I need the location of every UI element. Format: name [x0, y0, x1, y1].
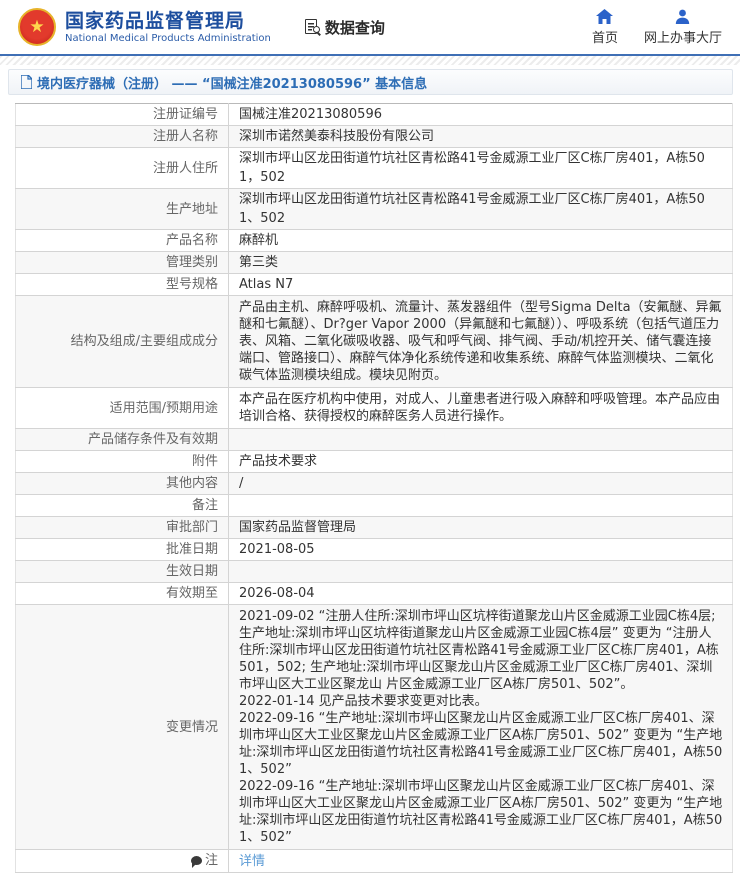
online-hall-label: 网上办事大厅: [644, 27, 722, 46]
row-label: 产品名称: [16, 230, 229, 252]
table-row: 结构及组成/主要组成成分 产品由主机、麻醉呼吸机、流量计、蒸发器组件（型号Sig…: [16, 296, 733, 388]
note-label-text: 注: [205, 851, 218, 870]
page-title: 境内医疗器械（注册） —— “国械注准20213080596” 基本信息: [37, 73, 427, 92]
row-value: 详情: [229, 850, 733, 873]
row-value: 深圳市坪山区龙田街道竹坑社区青松路41号金威源工业厂区C栋厂房401，A栋501…: [229, 148, 733, 189]
row-value: [229, 429, 733, 451]
row-value: 第三类: [229, 252, 733, 274]
row-label: 生效日期: [16, 561, 229, 583]
table-row-changes: 变更情况 2021-09-02 “注册人住所:深圳市坪山区坑梓街道聚龙山片区金威…: [16, 605, 733, 850]
table-row: 备注: [16, 495, 733, 517]
document-icon: [21, 75, 32, 89]
online-hall-link[interactable]: 网上办事大厅: [644, 9, 722, 46]
row-label: 其他内容: [16, 473, 229, 495]
row-label: 管理类别: [16, 252, 229, 274]
row-label: 注: [16, 850, 229, 873]
row-value: 深圳市诺然美泰科技股份有限公司: [229, 126, 733, 148]
change-entry: 2022-01-14 见产品技术要求变更对比表。: [239, 693, 724, 710]
table-row: 型号规格 Atlas N7: [16, 274, 733, 296]
data-query-nav[interactable]: 数据查询: [305, 17, 385, 38]
document-search-icon: [305, 19, 320, 36]
row-label: 生产地址: [16, 189, 229, 230]
row-value: [229, 495, 733, 517]
national-emblem-icon: ★: [18, 8, 56, 46]
row-label: 结构及组成/主要组成成分: [16, 296, 229, 388]
table-row: 注册人住所 深圳市坪山区龙田街道竹坑社区青松路41号金威源工业厂区C栋厂房401…: [16, 148, 733, 189]
table-row: 产品名称 麻醉机: [16, 230, 733, 252]
row-label: 注册人名称: [16, 126, 229, 148]
row-value: 2021-09-02 “注册人住所:深圳市坪山区坑梓街道聚龙山片区金威源工业园C…: [229, 605, 733, 850]
home-icon: [596, 9, 613, 24]
home-label: 首页: [592, 27, 618, 46]
row-value: 国械注准20213080596: [229, 104, 733, 126]
row-value: /: [229, 473, 733, 495]
brand: 国家药品监督管理局 National Medical Products Admi…: [65, 10, 271, 45]
row-value: 麻醉机: [229, 230, 733, 252]
table-row: 适用范围/预期用途 本产品在医疗机构中使用，对成人、儿童患者进行吸入麻醉和呼吸管…: [16, 388, 733, 429]
data-query-label: 数据查询: [325, 17, 385, 38]
row-label: 批准日期: [16, 539, 229, 561]
change-entry: 2022-09-16 “生产地址:深圳市坪山区聚龙山片区金威源工业厂区C栋厂房4…: [239, 778, 724, 846]
row-value: 本产品在医疗机构中使用，对成人、儿童患者进行吸入麻醉和呼吸管理。本产品应由培训合…: [229, 388, 733, 429]
row-value: 2021-08-05: [229, 539, 733, 561]
brand-title-cn: 国家药品监督管理局: [65, 10, 271, 32]
table-row: 生产地址 深圳市坪山区龙田街道竹坑社区青松路41号金威源工业厂区C栋厂房401，…: [16, 189, 733, 230]
row-label: 产品储存条件及有效期: [16, 429, 229, 451]
row-value: Atlas N7: [229, 274, 733, 296]
table-row: 审批部门 国家药品监督管理局: [16, 517, 733, 539]
details-link[interactable]: 详情: [239, 854, 265, 869]
change-entry: 2022-09-16 “生产地址:深圳市坪山区聚龙山片区金威源工业厂区C栋厂房4…: [239, 710, 724, 778]
decorative-hatch-band: [0, 56, 740, 65]
row-value: 2026-08-04: [229, 583, 733, 605]
row-label: 附件: [16, 451, 229, 473]
table-row: 管理类别 第三类: [16, 252, 733, 274]
table-row: 其他内容 /: [16, 473, 733, 495]
table-row: 批准日期 2021-08-05: [16, 539, 733, 561]
user-icon: [675, 9, 690, 24]
table-row: 注册证编号 国械注准20213080596: [16, 104, 733, 126]
row-label: 注册人住所: [16, 148, 229, 189]
breadcrumb: 境内医疗器械（注册） —— “国械注准20213080596” 基本信息: [8, 69, 733, 95]
row-label: 变更情况: [16, 605, 229, 850]
row-value: 产品技术要求: [229, 451, 733, 473]
row-value: [229, 561, 733, 583]
table-row: 产品储存条件及有效期: [16, 429, 733, 451]
table-row: 附件 产品技术要求: [16, 451, 733, 473]
registration-info-table: 注册证编号 国械注准20213080596 注册人名称 深圳市诺然美泰科技股份有…: [15, 103, 733, 873]
site-header: ★ 国家药品监督管理局 National Medical Products Ad…: [0, 0, 740, 56]
table-row: 生效日期: [16, 561, 733, 583]
row-label: 备注: [16, 495, 229, 517]
row-label: 有效期至: [16, 583, 229, 605]
table-row-note: 注 详情: [16, 850, 733, 873]
home-link[interactable]: 首页: [592, 9, 618, 46]
row-label: 注册证编号: [16, 104, 229, 126]
table-row: 注册人名称 深圳市诺然美泰科技股份有限公司: [16, 126, 733, 148]
change-entry: 2021-09-02 “注册人住所:深圳市坪山区坑梓街道聚龙山片区金威源工业园C…: [239, 608, 724, 693]
row-value: 深圳市坪山区龙田街道竹坑社区青松路41号金威源工业厂区C栋厂房401，A栋501…: [229, 189, 733, 230]
row-label: 适用范围/预期用途: [16, 388, 229, 429]
row-label: 审批部门: [16, 517, 229, 539]
brand-title-en: National Medical Products Administration: [65, 32, 271, 45]
row-value: 国家药品监督管理局: [229, 517, 733, 539]
table-row: 有效期至 2026-08-04: [16, 583, 733, 605]
comment-icon: [191, 856, 202, 865]
row-value: 产品由主机、麻醉呼吸机、流量计、蒸发器组件（型号Sigma Delta（安氟醚、…: [229, 296, 733, 388]
row-label: 型号规格: [16, 274, 229, 296]
